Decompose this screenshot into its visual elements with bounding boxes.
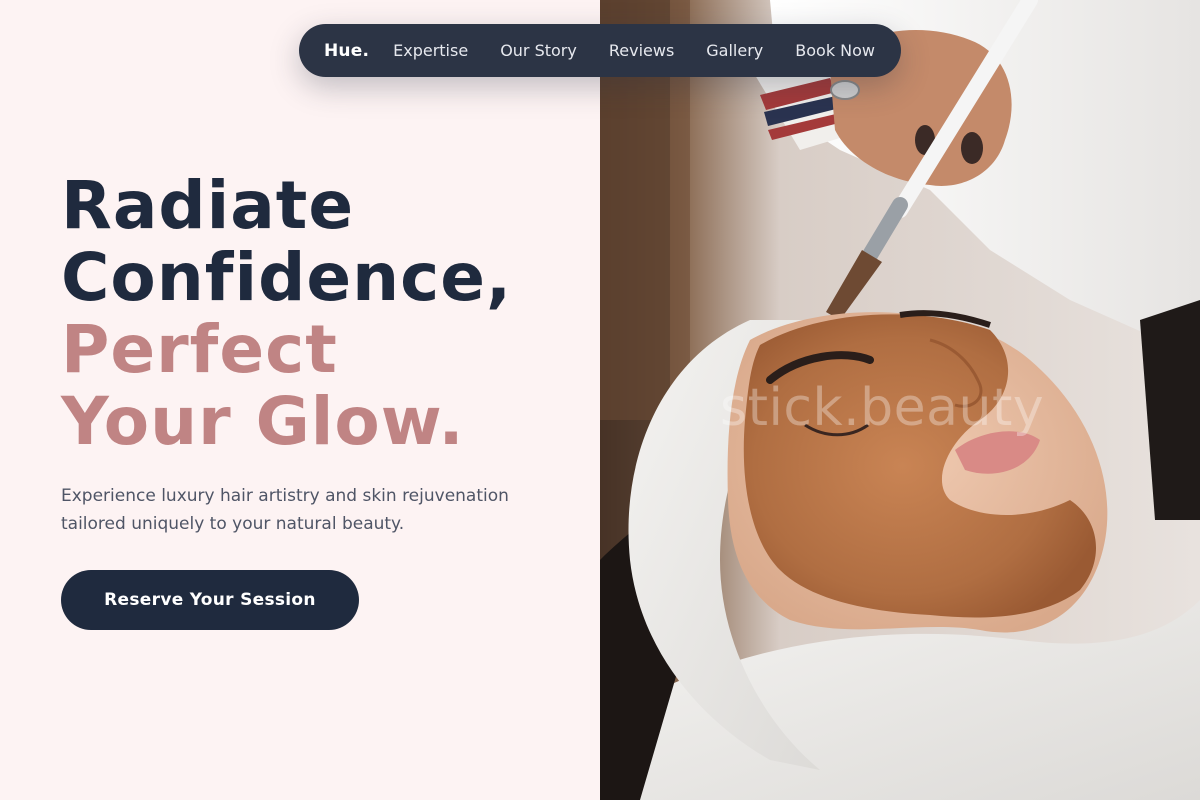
- headline-line-4: Your Glow.: [61, 383, 465, 460]
- hero-subcopy: Experience luxury hair artistry and skin…: [61, 486, 509, 534]
- hero-copy-panel: Radiate Confidence, Perfect Your Glow. E…: [0, 0, 600, 800]
- photo-watermark: stick.beauty: [720, 378, 1045, 438]
- nav-link-our-story[interactable]: Our Story: [500, 41, 577, 60]
- hero-photo-panel: stick.beauty: [600, 0, 1200, 800]
- headline-line-2: Confidence,: [61, 239, 513, 316]
- main-nav: Hue. Expertise Our Story Reviews Gallery…: [299, 24, 901, 77]
- reserve-session-button[interactable]: Reserve Your Session: [61, 570, 359, 630]
- hero-headline: Radiate Confidence, Perfect Your Glow.: [61, 170, 512, 458]
- nav-link-expertise[interactable]: Expertise: [393, 41, 468, 60]
- headline-line-1: Radiate: [61, 167, 355, 244]
- nav-link-book-now[interactable]: Book Now: [795, 41, 875, 60]
- headline-line-3: Perfect: [61, 311, 338, 388]
- brand-logo[interactable]: Hue.: [324, 41, 369, 61]
- nav-link-reviews[interactable]: Reviews: [609, 41, 674, 60]
- nav-link-gallery[interactable]: Gallery: [706, 41, 763, 60]
